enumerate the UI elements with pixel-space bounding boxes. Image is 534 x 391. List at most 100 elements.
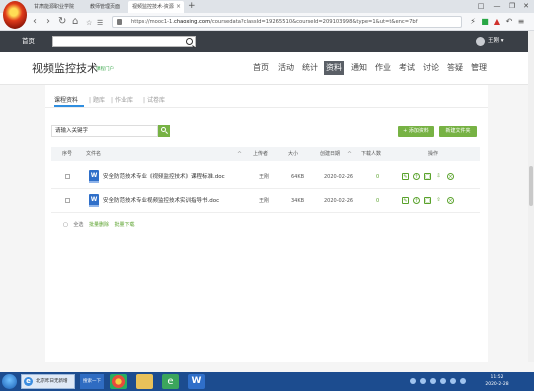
search-icon[interactable] (186, 38, 193, 45)
maximize-icon[interactable]: ❐ (505, 0, 519, 13)
bookmark-icon[interactable]: ☰ (97, 16, 103, 30)
download-count: 0 (376, 174, 380, 180)
file-name-link[interactable]: 安全防范技术专业《视频监控技术》课程标准.doc (103, 165, 225, 189)
course-nav-home[interactable]: 首页 (251, 61, 271, 75)
header-downloads: 下载人数 (361, 151, 382, 157)
subtab-exam-bank[interactable]: | 试卷库 (143, 95, 165, 104)
row-checkbox[interactable] (65, 174, 70, 179)
taskbar-browser-item[interactable]: e 北京昨日无新增 (21, 374, 75, 389)
lightning-icon[interactable]: ⚡ (468, 17, 478, 27)
table-header: 序号 文件名 ^ 上传者 大小 创建日期 ^ 下载人数 操作 (51, 147, 480, 161)
tray-app-icon[interactable] (450, 378, 456, 384)
course-nav-materials[interactable]: 资料 (324, 61, 344, 75)
subtab-question-bank[interactable]: | 题库 (89, 95, 105, 104)
word-icon[interactable]: W (188, 374, 205, 389)
delete-icon[interactable]: × (447, 173, 454, 180)
browser-tabbar: 甘肃能源职业学院 教师管理页面 视频监控技术-资源 × + □ — ❐ ✕ (0, 0, 534, 29)
sort-icon[interactable]: ^ (347, 151, 352, 158)
folder-icon[interactable] (136, 374, 153, 389)
home-icon[interactable]: ⌂ (72, 15, 78, 29)
chrome-icon[interactable] (110, 374, 127, 389)
tab-school[interactable]: 甘肃能源职业学院 (30, 1, 80, 13)
forward-icon[interactable]: › (46, 15, 50, 29)
download-count: 0 (376, 198, 380, 204)
share-icon[interactable]: ↑ (413, 197, 420, 204)
tray-clock[interactable]: 11:52 2020-2-28 (480, 374, 514, 388)
tab-label: 甘肃能源职业学院 (34, 4, 75, 10)
file-size: 34KB (291, 198, 305, 204)
tab-teacher-admin[interactable]: 教师管理页面 (86, 1, 126, 13)
subtab-homework-bank[interactable]: | 作业库 (111, 95, 133, 104)
table-row: W 安全防范技术专业《视频监控技术》课程标准.doc 王刚 64KB 2020-… (51, 165, 480, 189)
close-icon[interactable]: × (176, 1, 181, 13)
ie-icon[interactable]: e (162, 374, 179, 389)
favorite-star-icon[interactable]: ☆ (86, 16, 92, 30)
site-search-input[interactable] (52, 36, 196, 47)
select-all-checkbox[interactable]: ▢ (63, 222, 68, 228)
header-actions: 操作 (428, 151, 439, 157)
close-window-icon[interactable]: ✕ (519, 0, 533, 13)
sort-icon[interactable]: ^ (237, 151, 242, 158)
keyword-search-button[interactable] (158, 125, 170, 137)
move-icon[interactable]: □ (424, 197, 431, 204)
extension-icon[interactable]: ■ (480, 17, 490, 27)
menu-icon[interactable]: ≡ (516, 17, 526, 27)
tray-app-icon[interactable] (440, 378, 446, 384)
move-icon[interactable]: □ (424, 173, 431, 180)
home-link[interactable]: 首页 (22, 31, 35, 52)
header-created[interactable]: 创建日期 (320, 147, 340, 161)
new-folder-button[interactable]: 新建文件夹 (439, 126, 477, 137)
minimize-icon[interactable]: — (490, 0, 504, 13)
course-header: 视频监控技术 课程门户 首页 活动 统计 资料 通知 作业 考试 讨论 答疑 管… (0, 52, 534, 85)
site-header: 首页 王刚 ▾ (0, 31, 534, 52)
row-checkbox[interactable] (65, 198, 70, 203)
back-icon[interactable]: ‹ (33, 15, 37, 29)
course-nav-notice[interactable]: 通知 (349, 61, 369, 75)
course-nav-stats[interactable]: 统计 (300, 61, 320, 75)
edit-icon[interactable]: ✎ (402, 197, 409, 204)
tab-video-resources[interactable]: 视频监控技术-资源 × (128, 1, 184, 13)
taskbar-search-button[interactable]: 搜索一下 (80, 374, 104, 389)
course-nav-homework[interactable]: 作业 (373, 61, 393, 75)
course-nav-manage[interactable]: 管理 (469, 61, 489, 75)
created-date: 2020-02-26 (324, 198, 354, 204)
bulk-delete-link[interactable]: 批量删除 (89, 222, 109, 228)
course-nav-activity[interactable]: 活动 (276, 61, 296, 75)
clock-date: 2020-2-28 (485, 382, 509, 387)
course-portal-link[interactable]: 课程门户 (96, 66, 114, 72)
user-menu[interactable]: 王刚 ▾ (476, 35, 504, 48)
course-nav-qa[interactable]: 答疑 (445, 61, 465, 75)
network-icon[interactable] (410, 378, 416, 384)
volume-icon[interactable] (420, 378, 426, 384)
start-button[interactable] (2, 374, 17, 389)
share-icon[interactable]: ↑ (413, 173, 420, 180)
delete-icon[interactable]: × (447, 197, 454, 204)
reload-icon[interactable]: ↻ (58, 15, 66, 29)
page-scrollbar[interactable] (528, 31, 534, 362)
subtab-course-materials[interactable]: 课程资料 (54, 95, 78, 104)
header-filename[interactable]: 文件名 (86, 147, 101, 161)
tab-list-icon[interactable]: □ (474, 0, 488, 13)
bulk-download-link[interactable]: 批量下载 (115, 222, 135, 228)
tray-app-icon[interactable] (430, 378, 436, 384)
download-icon[interactable]: ⇩ (435, 173, 442, 180)
clock-time: 11:52 (490, 375, 504, 380)
word-doc-icon: W (89, 170, 99, 183)
file-name-link[interactable]: 安全防范技术专业视频监控技术实训指导书.doc (103, 189, 219, 213)
undo-icon[interactable]: ↶ (504, 17, 514, 27)
address-bar[interactable]: https://mooc1-1.chaoxing.com/coursedata?… (112, 16, 462, 28)
new-tab-icon[interactable]: + (188, 0, 196, 12)
scroll-thumb[interactable] (529, 166, 533, 206)
keyword-search-input[interactable]: 请输入关键字 (51, 125, 158, 137)
course-nav-exam[interactable]: 考试 (397, 61, 417, 75)
course-nav-discussion[interactable]: 讨论 (421, 61, 441, 75)
tab-label: 视频监控技术-资源 (132, 4, 174, 10)
upload-icon[interactable]: ⇧ (435, 197, 442, 204)
add-material-button[interactable]: + 添加资料 (398, 126, 434, 137)
tray-app-icon[interactable] (460, 378, 466, 384)
bookmark-red-icon[interactable]: ▲ (492, 17, 502, 27)
divider (45, 107, 488, 108)
search-icon (160, 127, 166, 132)
select-all-label[interactable]: 全选 (73, 222, 83, 228)
edit-icon[interactable]: ✎ (402, 173, 409, 180)
